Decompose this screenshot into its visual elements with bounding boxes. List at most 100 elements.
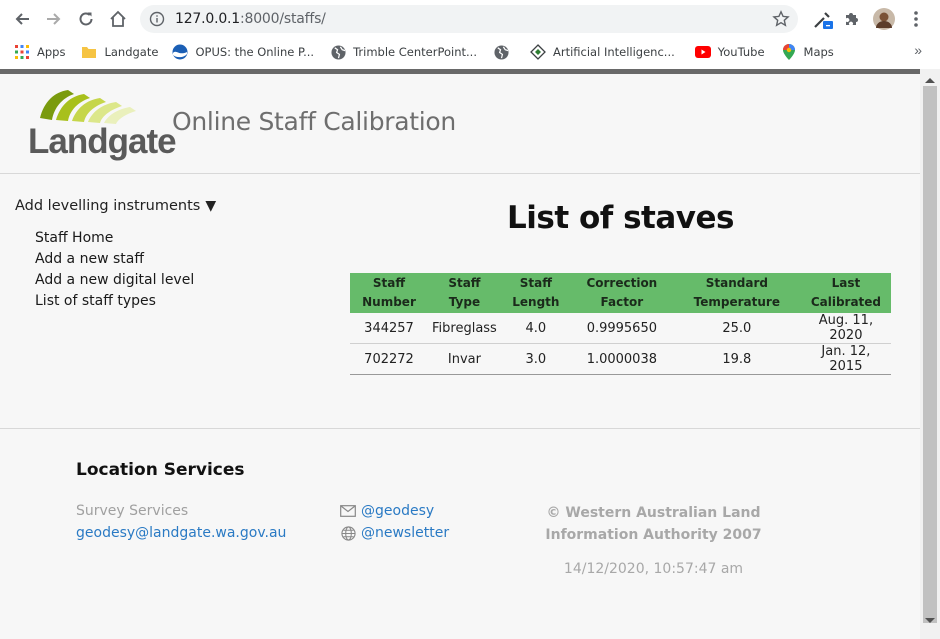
bookmark-trimble[interactable]: Trimble CenterPoint... <box>326 40 481 64</box>
home-icon <box>110 10 126 27</box>
envelope-icon <box>340 503 356 519</box>
globe-icon <box>340 525 356 541</box>
last-updated-timestamp: 14/12/2020, 10:57:47 am <box>563 561 744 577</box>
sidebar-link-add-staff[interactable]: Add a new staff <box>35 249 216 270</box>
sidebar-link-staff-home[interactable]: Staff Home <box>35 228 216 249</box>
footer-subtitle: Survey Services <box>76 503 189 519</box>
url-text[interactable]: 127.0.0.1:8000/staffs/ <box>175 11 326 27</box>
noaa-icon <box>172 44 188 60</box>
column-header-staff-length: Staff Length <box>500 273 571 313</box>
column-header-staff-type: Staff Type <box>428 273 501 313</box>
page-content: Landgate Online Staff Calibration Add le… <box>0 74 920 639</box>
forward-button[interactable] <box>38 3 70 35</box>
header-line: Standard <box>705 276 768 290</box>
bookmark-youtube[interactable]: YouTube <box>691 40 769 64</box>
bookmarks-bar: Apps Landgate OPUS: the Online P... Trim… <box>0 38 940 66</box>
table-row[interactable]: 344257 Fibreglass 4.0 0.9995650 25.0 Aug… <box>350 313 891 344</box>
cell-staff-type: Invar <box>428 343 501 375</box>
apps-grid-icon <box>14 44 30 60</box>
scroll-down-arrow-icon[interactable] <box>925 618 935 623</box>
site-info-icon[interactable] <box>148 10 166 28</box>
bookmark-star-icon[interactable] <box>772 10 790 33</box>
scrollbar-thumb[interactable] <box>923 86 937 623</box>
copyright-notice: © Western Australian Land Information Au… <box>545 505 762 543</box>
cell-staff-number[interactable]: 702272 <box>350 343 428 375</box>
social-link-newsletter[interactable]: @newsletter <box>340 525 449 541</box>
logo-text: Landgate <box>28 122 177 161</box>
header-line: Staff <box>372 276 406 290</box>
avatar-icon <box>873 8 895 30</box>
header-line: Staff Type <box>448 276 481 309</box>
youtube-icon <box>694 44 711 60</box>
address-bar[interactable]: 127.0.0.1:8000/staffs/ <box>140 5 798 33</box>
header-line: Staff <box>519 276 552 290</box>
site-header: Landgate Online Staff Calibration <box>0 74 920 174</box>
home-button[interactable] <box>102 3 134 35</box>
eyedropper-icon <box>814 12 833 29</box>
kebab-menu-icon <box>914 11 918 27</box>
profile-avatar[interactable] <box>870 4 898 34</box>
cell-staff-length: 4.0 <box>500 313 571 344</box>
bookmark-label: Trimble CenterPoint... <box>353 45 477 59</box>
sidebar-link-add-digital-level[interactable]: Add a new digital level <box>35 270 216 291</box>
header-line: Last <box>831 276 861 290</box>
sidebar-link-staff-types[interactable]: List of staff types <box>35 291 216 312</box>
scroll-up-arrow-icon[interactable] <box>925 78 935 83</box>
social-label: @geodesy <box>361 503 435 519</box>
page-scrollbar[interactable] <box>920 69 940 639</box>
cell-standard-temperature: 19.8 <box>672 343 801 375</box>
browser-toolbar: 127.0.0.1:8000/staffs/ <box>0 0 940 38</box>
footer-title: Location Services <box>76 460 245 480</box>
caret-down-icon: ▼ <box>205 198 217 214</box>
bookmark-label: YouTube <box>717 45 765 59</box>
footer-email-link[interactable]: geodesy@landgate.wa.gov.au <box>76 525 286 541</box>
diamond-icon <box>530 44 546 60</box>
reload-button[interactable] <box>70 3 102 35</box>
bookmark-label: OPUS: the Online P... <box>195 45 315 59</box>
cell-staff-number[interactable]: 344257 <box>350 313 428 344</box>
sidebar-heading: Add levelling instruments <box>15 198 201 214</box>
back-button[interactable] <box>6 3 38 35</box>
table-header-row: Staff Number Staff Type Staff Length Corre… <box>350 273 891 313</box>
footer-divider <box>0 428 920 429</box>
sidebar-dropdown-toggle[interactable]: Add levelling instruments ▼ <box>15 198 216 214</box>
column-header-last-calibrated: Last Calibrated <box>800 273 891 313</box>
site-title: Online Staff Calibration <box>172 107 456 136</box>
folder-icon <box>81 44 97 60</box>
cell-staff-length: 3.0 <box>500 343 571 375</box>
header-line: Calibrated <box>810 295 882 309</box>
bookmark-ai[interactable]: Artificial Intelligenc... <box>526 40 679 64</box>
bookmark-label: Apps <box>37 45 66 59</box>
cell-correction-factor: 1.0000038 <box>570 343 673 375</box>
page-title: List of staves <box>507 200 734 236</box>
bookmark-unnamed[interactable] <box>489 40 520 64</box>
browser-menu-button[interactable] <box>902 4 930 34</box>
eyedropper-extension-button[interactable] <box>808 4 838 34</box>
header-line: Correction <box>586 276 658 290</box>
cell-last-calibrated: Jan. 12, 2015 <box>800 343 891 375</box>
bookmark-label: Artificial Intelligenc... <box>553 45 675 59</box>
bookmark-label: Landgate <box>104 45 159 59</box>
url-path: :8000/staffs/ <box>240 11 326 27</box>
column-header-staff-number: Staff Number <box>350 273 428 313</box>
extensions-button[interactable] <box>838 4 866 34</box>
bookmark-apps[interactable]: Apps <box>10 40 69 64</box>
bookmark-opus[interactable]: OPUS: the Online P... <box>168 40 318 64</box>
landgate-logo[interactable]: Landgate <box>26 88 177 162</box>
cell-last-calibrated: Aug. 11, 2020 <box>800 313 891 344</box>
social-label: @newsletter <box>361 525 450 541</box>
social-link-geodesy[interactable]: @geodesy <box>340 503 434 519</box>
puzzle-piece-icon <box>846 13 858 25</box>
cell-staff-type: Fibreglass <box>428 313 501 344</box>
globe-icon <box>330 44 346 60</box>
bookmark-landgate[interactable]: Landgate <box>77 40 162 64</box>
more-bookmarks-button[interactable]: » <box>914 42 922 58</box>
bookmark-label: Maps <box>803 45 834 59</box>
bookmark-maps[interactable]: Maps <box>777 40 838 64</box>
table-row[interactable]: 702272 Invar 3.0 1.0000038 19.8 Jan. 12,… <box>350 343 891 375</box>
url-host: 127.0.0.1 <box>175 11 240 27</box>
header-line: Number <box>362 295 416 309</box>
reload-icon <box>79 12 93 26</box>
sidebar-menu: Add levelling instruments ▼ Staff Home A… <box>15 198 216 312</box>
header-line: Length <box>512 295 560 309</box>
